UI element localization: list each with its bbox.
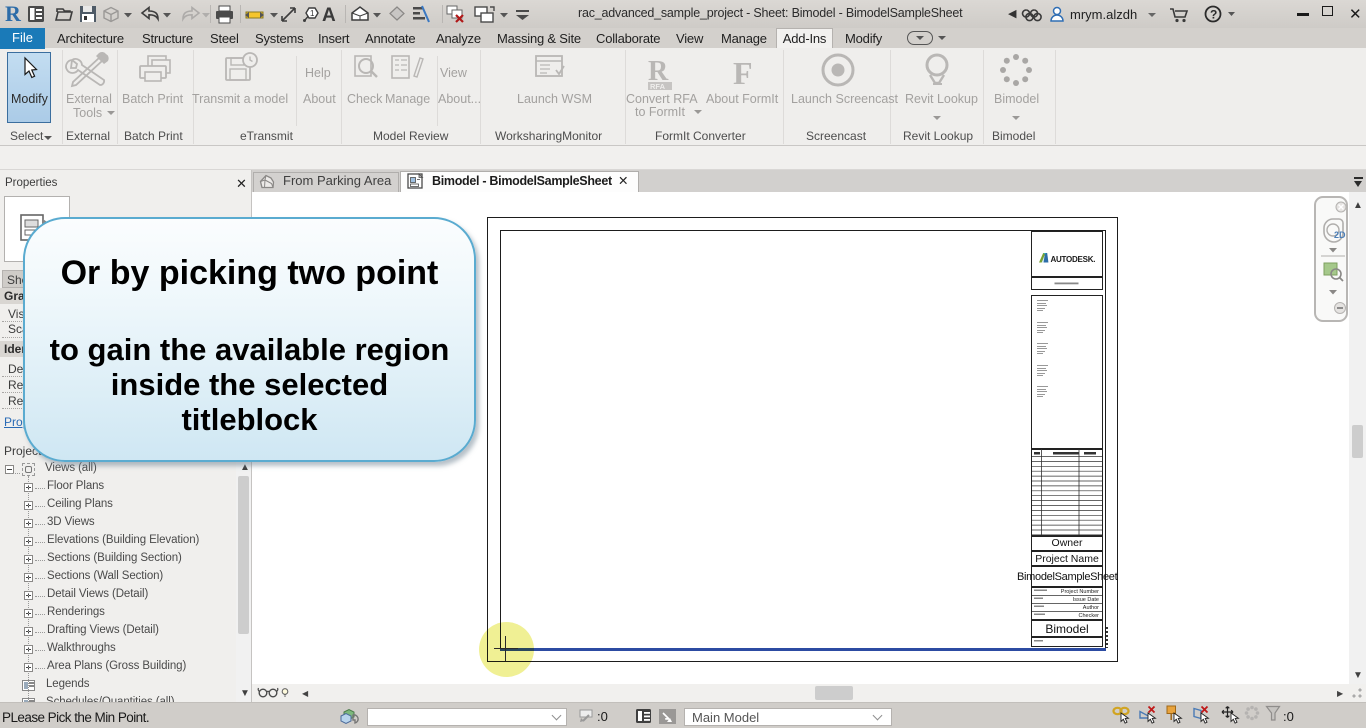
svg-text:R: R	[5, 1, 22, 26]
svg-text:1: 1	[310, 9, 315, 18]
svg-text:F: F	[733, 55, 753, 91]
svg-text:2D: 2D	[1334, 230, 1346, 240]
svg-text:A: A	[322, 5, 336, 26]
svg-text:?: ?	[1210, 8, 1217, 22]
svg-text:AUTODESK.: AUTODESK.	[1051, 255, 1096, 264]
svg-text:RFA: RFA	[650, 82, 666, 91]
